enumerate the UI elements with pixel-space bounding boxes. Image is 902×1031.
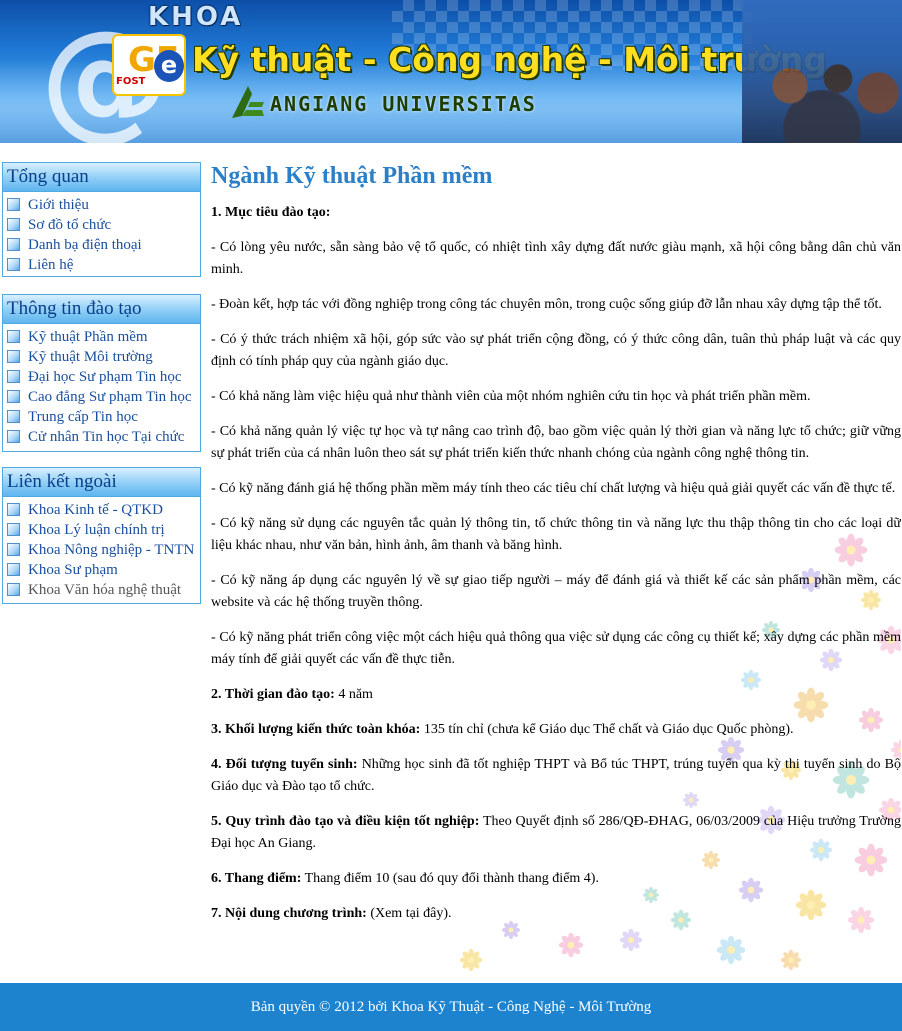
process-paragraph: 5. Quy trình đào tạo và điều kiện tốt ng…: [211, 811, 901, 855]
main-content: Ngành Kỹ thuật Phần mềm 1. Mục tiêu đào …: [211, 160, 901, 975]
sidebar-item-arts-culture[interactable]: Khoa Văn hóa nghệ thuật: [3, 580, 200, 600]
sidebar-item-label: Kỹ thuật Phần mềm: [28, 329, 148, 345]
sidebar-item-phone-directory[interactable]: Danh bạ điện thoại: [3, 235, 200, 255]
sidebar-item-pedagogy[interactable]: Khoa Sư phạm: [3, 560, 200, 580]
sidebar-item-contact[interactable]: Liên hệ: [3, 255, 200, 275]
sidebar-item-college-it-pedagogy[interactable]: Cao đẳng Sư phạm Tin học: [3, 387, 200, 407]
square-bullet-icon: [7, 523, 20, 536]
square-bullet-icon: [7, 330, 20, 343]
sidebar-item-org-chart[interactable]: Sơ đồ tổ chức: [3, 215, 200, 235]
credits-paragraph: 3. Khối lượng kiến thức toàn khóa: 135 t…: [211, 719, 901, 741]
university-name: ANGIANG UNIVERSITAS: [270, 92, 537, 116]
grading-label: 6. Thang điểm:: [211, 871, 302, 886]
sidebar-overview-list: Giới thiệu Sơ đồ tổ chức Danh bạ điện th…: [3, 192, 200, 278]
fost-logo-text: FOST: [116, 76, 146, 87]
sidebar-item-label: Khoa Sư phạm: [28, 562, 118, 578]
flower-icon: [716, 935, 746, 965]
faculty-name: Kỹ thuật - Công nghệ - Môi trường: [192, 40, 827, 79]
sidebar-item-label: Khoa Nông nghiệp - TNTN: [28, 542, 195, 558]
sidebar-links-title: Liên kết ngoài: [3, 468, 200, 497]
sidebar-item-label: Cao đẳng Sư phạm Tin học: [28, 389, 192, 405]
sidebar-item-label: Khoa Văn hóa nghệ thuật: [28, 582, 182, 598]
square-bullet-icon: [7, 218, 20, 231]
objective-paragraph: - Có kỹ năng phát triển công việc một cá…: [211, 630, 901, 667]
flower-icon: [558, 932, 584, 958]
flower-icon: [459, 948, 483, 972]
footer: Bản quyền © 2012 bởi Khoa Kỹ Thuật - Côn…: [0, 983, 902, 1031]
admission-paragraph: 4. Đối tượng tuyển sinh: Những học sinh …: [211, 754, 901, 798]
objective-paragraph: - Có kỹ năng áp dụng các nguyên lý về sự…: [211, 573, 901, 610]
square-bullet-icon: [7, 238, 20, 251]
sidebar-item-parttime-it-bachelor[interactable]: Cử nhân Tin học Tại chức: [3, 427, 200, 447]
program-label: 7. Nội dung chương trình:: [211, 906, 367, 921]
objective-paragraph: - Đoàn kết, hợp tác với đồng nghiệp tron…: [211, 297, 882, 312]
sidebar-item-label: Danh bạ điện thoại: [28, 237, 142, 253]
credits-value: 135 tín chỉ (chưa kể Giáo dục Thể chất v…: [420, 722, 794, 737]
square-bullet-icon: [7, 583, 20, 596]
sidebar-item-label: Giới thiệu: [28, 197, 89, 213]
sidebar-item-economics[interactable]: Khoa Kinh tế - QTKD: [3, 500, 200, 520]
sidebar-item-environmental-engineering[interactable]: Kỹ thuật Môi trường: [3, 347, 200, 367]
objective-paragraph: - Có ý thức trách nhiệm xã hội, góp sức …: [211, 332, 901, 369]
square-bullet-icon: [7, 258, 20, 271]
sidebar-overview-box: Tổng quan Giới thiệu Sơ đồ tổ chức Danh …: [2, 162, 201, 277]
square-bullet-icon: [7, 503, 20, 516]
copyright-text: Bản quyền © 2012 bởi Khoa Kỹ Thuật - Côn…: [250, 999, 652, 1015]
fost-logo-e: e: [154, 50, 184, 82]
sidebar-item-label: Khoa Kinh tế - QTKD: [28, 502, 163, 518]
grading-value: Thang điểm 10 (sau đó quy đổi thành than…: [301, 871, 599, 886]
admission-label: 4. Đối tượng tuyển sinh:: [211, 757, 358, 772]
sidebar-item-intermediate-it[interactable]: Trung cấp Tin học: [3, 407, 200, 427]
sidebar-item-label: Sơ đồ tổ chức: [28, 217, 112, 233]
square-bullet-icon: [7, 563, 20, 576]
flower-icon: [619, 928, 643, 952]
sidebar-training-list: Kỹ thuật Phần mềm Kỹ thuật Môi trường Đạ…: [3, 324, 200, 450]
duration-label: 2. Thời gian đào tạo:: [211, 687, 335, 702]
square-bullet-icon: [7, 410, 20, 423]
flower-icon: [780, 949, 802, 971]
sidebar-item-introduction[interactable]: Giới thiệu: [3, 195, 200, 215]
sidebar-item-agriculture[interactable]: Khoa Nông nghiệp - TNTN: [3, 540, 200, 560]
sidebar-links-list: Khoa Kinh tế - QTKD Khoa Lý luận chính t…: [3, 497, 200, 603]
sidebar-item-label: Kỹ thuật Môi trường: [28, 349, 153, 365]
khoa-label: KHOA: [148, 2, 244, 32]
objectives-heading: 1. Mục tiêu đào tạo:: [211, 205, 331, 220]
square-bullet-icon: [7, 430, 20, 443]
sidebar-item-university-it-pedagogy[interactable]: Đại học Sư phạm Tin học: [3, 367, 200, 387]
objective-paragraph: - Có kỹ năng đánh giá hệ thống phần mềm …: [211, 481, 896, 496]
sidebar-item-label: Cử nhân Tin học Tại chức: [28, 429, 185, 445]
square-bullet-icon: [7, 543, 20, 556]
sidebar-item-label: Đại học Sư phạm Tin học: [28, 369, 182, 385]
header-banner: @ KHOA GE e FOST Kỹ thuật - Công nghệ - …: [0, 0, 902, 143]
objective-paragraph: - Có khả năng làm việc hiệu quả như thàn…: [211, 389, 811, 404]
university-logo-icon: [232, 86, 264, 118]
sidebar-links-box: Liên kết ngoài Khoa Kinh tế - QTKD Khoa …: [2, 467, 201, 604]
grading-paragraph: 6. Thang điểm: Thang điểm 10 (sau đó quy…: [211, 868, 901, 890]
sidebar-item-political-theory[interactable]: Khoa Lý luận chính trị: [3, 520, 200, 540]
duration-paragraph: 2. Thời gian đào tạo: 4 năm: [211, 684, 901, 706]
program-paragraph: 7. Nội dung chương trình: (Xem tại đây).: [211, 903, 901, 925]
sidebar-item-software-engineering[interactable]: Kỹ thuật Phần mềm: [3, 327, 200, 347]
credits-label: 3. Khối lượng kiến thức toàn khóa:: [211, 722, 421, 737]
sidebar-overview-title: Tổng quan: [3, 163, 200, 192]
sidebar-training-title: Thông tin đào tạo: [3, 295, 200, 324]
program-link[interactable]: (Xem tại đây).: [367, 906, 451, 921]
duration-value: 4 năm: [334, 687, 373, 702]
objective-paragraph: - Có lòng yêu nước, sẵn sàng bảo vệ tổ q…: [211, 240, 901, 277]
sidebar-training-box: Thông tin đào tạo Kỹ thuật Phần mềm Kỹ t…: [2, 294, 201, 452]
square-bullet-icon: [7, 198, 20, 211]
square-bullet-icon: [7, 370, 20, 383]
sidebar-item-label: Khoa Lý luận chính trị: [28, 522, 165, 538]
sidebar-item-label: Trung cấp Tin học: [28, 409, 138, 425]
square-bullet-icon: [7, 350, 20, 363]
objective-paragraph: - Có kỹ năng sử dụng các nguyên tắc quản…: [211, 516, 901, 553]
sidebar-item-label: Liên hệ: [28, 257, 74, 273]
objective-paragraph: - Có khả năng quản lý việc tự học và tự …: [211, 424, 901, 461]
fost-logo[interactable]: GE e FOST: [112, 34, 186, 96]
process-label: 5. Quy trình đào tạo và điều kiện tốt ng…: [211, 814, 480, 829]
square-bullet-icon: [7, 390, 20, 403]
graduates-photo: [742, 0, 902, 143]
page-title: Ngành Kỹ thuật Phần mềm: [211, 163, 493, 189]
